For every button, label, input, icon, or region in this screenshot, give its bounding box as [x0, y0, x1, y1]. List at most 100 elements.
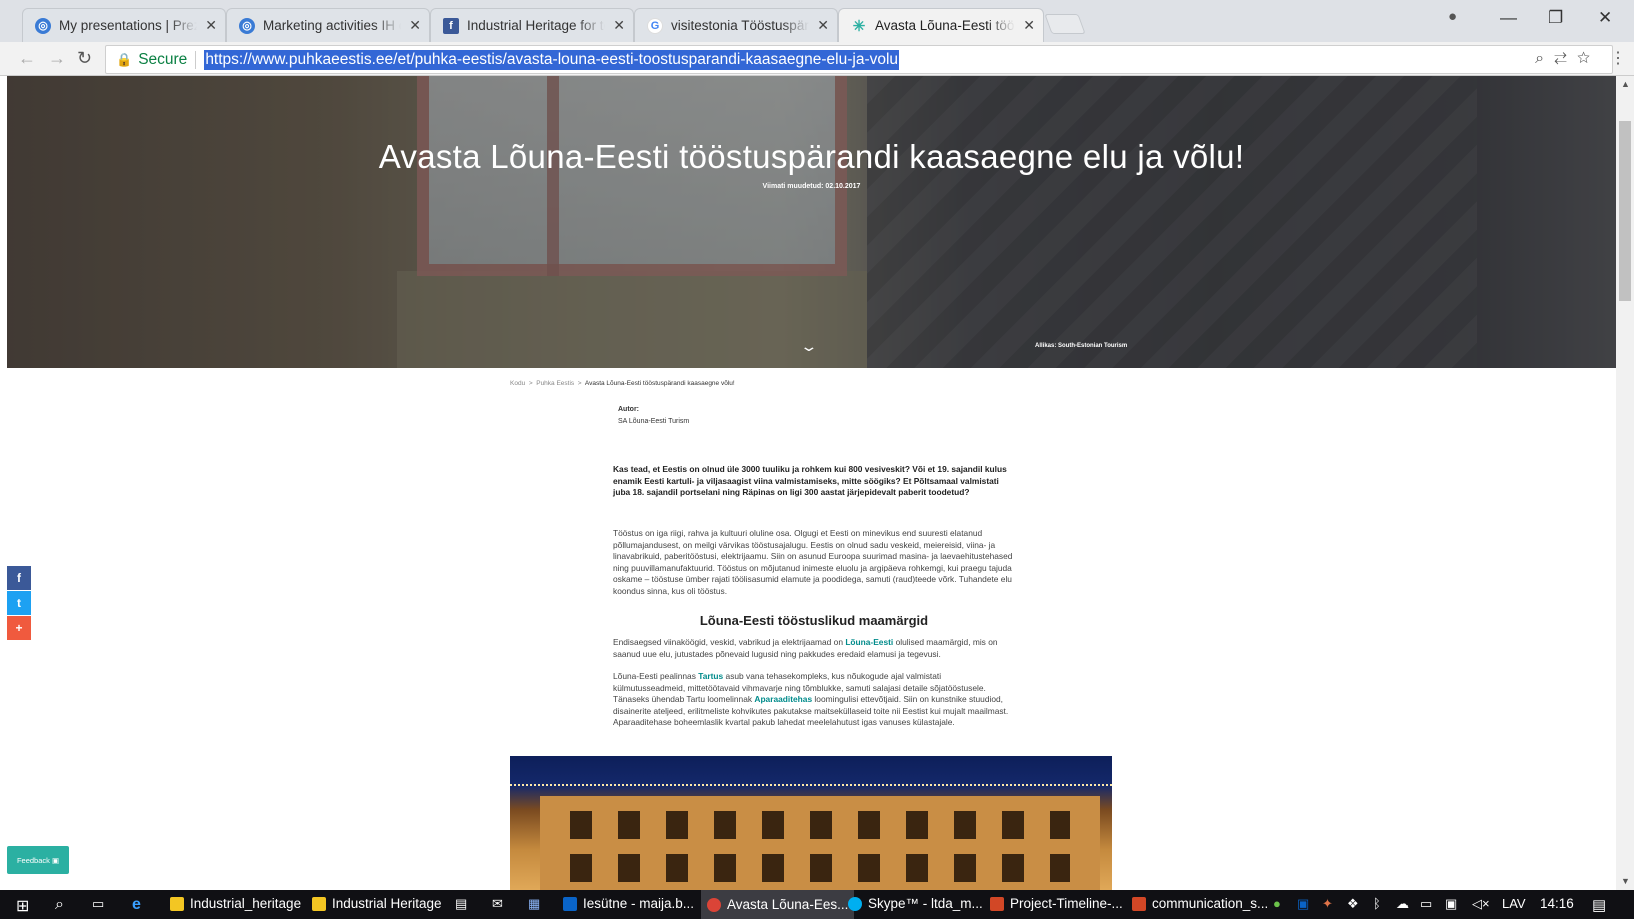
- tray-app-icon[interactable]: ●: [1273, 896, 1281, 911]
- volume-muted-icon[interactable]: ◁×: [1472, 896, 1490, 912]
- taskbar-item-communication[interactable]: communication_s...: [1132, 896, 1268, 911]
- omnibox-actions: ⌕⇄☆: [1535, 50, 1600, 68]
- close-icon[interactable]: ✕: [205, 17, 217, 34]
- powerpoint-icon: [990, 896, 1004, 911]
- notifications-icon[interactable]: ▤: [1592, 896, 1606, 914]
- link-aparaaditehas[interactable]: Aparaaditehas: [754, 694, 812, 704]
- bluetooth-icon[interactable]: ᛒ: [1373, 896, 1381, 911]
- tray-outlook-icon[interactable]: ▣: [1297, 896, 1309, 912]
- facebook-share-button[interactable]: f: [7, 566, 31, 590]
- taskbar-item-industrial-heritage[interactable]: Industrial Heritage: [312, 896, 442, 911]
- breadcrumb-separator: >: [528, 380, 533, 387]
- browser-menu-icon[interactable]: ⋮: [1610, 48, 1626, 68]
- search-icon[interactable]: ⌕: [55, 896, 64, 914]
- article-photo-aparaaditehas: [510, 756, 1112, 890]
- feedback-button[interactable]: Feedback ▣: [7, 846, 69, 874]
- close-icon[interactable]: ✕: [613, 17, 625, 34]
- taskbar-item-industrial-heritage-folder[interactable]: Industrial_heritage: [170, 896, 301, 911]
- taskbar-item-project-timeline[interactable]: Project-Timeline-...: [990, 896, 1123, 911]
- new-tab-button[interactable]: [1044, 14, 1086, 34]
- taskbar-item-outlook[interactable]: Iesütne - maija.b...: [563, 896, 694, 911]
- app-icon[interactable]: ▦: [528, 896, 540, 912]
- hero-overlay: [7, 76, 1616, 368]
- photo-windows: [570, 854, 1070, 882]
- dropbox-icon[interactable]: ❖: [1347, 896, 1359, 912]
- author-label: Autor:: [618, 406, 639, 413]
- taskbar-item-chrome[interactable]: Avasta Lõuna-Ees...: [701, 890, 855, 919]
- taskbar-item-label: communication_s...: [1152, 896, 1269, 911]
- clock[interactable]: 14:16: [1540, 896, 1574, 911]
- scrollbar-thumb[interactable]: [1619, 121, 1631, 301]
- link-louna-eesti[interactable]: Lõuna-Eesti: [845, 637, 893, 647]
- tab-industrial-heritage-facebook[interactable]: f Industrial Heritage for to ✕: [430, 8, 634, 42]
- tab-visitestonia-google[interactable]: G visitestonia Tööstuspäran ✕: [634, 8, 838, 42]
- minimize-button[interactable]: —: [1500, 8, 1517, 28]
- back-button[interactable]: ←: [18, 48, 36, 69]
- author-name: SA Lõuna-Eesti Turism: [618, 418, 690, 425]
- folder-icon: [312, 896, 326, 911]
- feedback-label: Feedback: [16, 855, 50, 865]
- close-icon[interactable]: ✕: [409, 17, 421, 34]
- profile-icon[interactable]: ●: [1448, 8, 1457, 25]
- store-icon[interactable]: ▤: [455, 896, 467, 912]
- link-tartus[interactable]: Tartus: [698, 671, 723, 681]
- edge-icon[interactable]: e: [132, 896, 141, 914]
- puhka-eestis-icon: ✳: [852, 17, 866, 35]
- more-share-button[interactable]: +: [7, 616, 31, 640]
- folder-icon: [170, 896, 184, 911]
- page-viewport: Avasta Lõuna-Eesti tööstuspärandi kaasae…: [7, 76, 1616, 890]
- url-text[interactable]: https://www.puhkaeestis.ee/et/puhka-eest…: [204, 49, 900, 70]
- close-icon[interactable]: ✕: [1023, 17, 1035, 34]
- breadcrumb-home[interactable]: Kodu: [510, 380, 525, 387]
- input-language[interactable]: LAV: [1502, 896, 1526, 911]
- outlook-icon: [563, 896, 577, 911]
- windows-start-icon[interactable]: ⊞: [16, 896, 29, 916]
- prezi-icon: ◎: [239, 17, 255, 34]
- tab-title: My presentations | Prezi: [59, 18, 197, 33]
- breadcrumb: Kodu > Puhka Eestis > Avasta Lõuna-Eesti…: [510, 380, 735, 387]
- photo-string-lights: [510, 784, 1112, 786]
- taskbar-item-label: Avasta Lõuna-Ees...: [727, 897, 849, 912]
- taskbar-item-skype[interactable]: Skype™ - ltda_m...: [848, 896, 983, 911]
- prezi-icon: ◎: [35, 17, 51, 34]
- close-window-button[interactable]: ✕: [1598, 8, 1612, 28]
- restore-button[interactable]: ❐: [1548, 8, 1563, 28]
- author-block: Autor: SA Lõuna-Eesti Turism: [618, 404, 689, 428]
- windows-taskbar: ⊞ ⌕ ▭ e Industrial_heritage Industrial H…: [0, 890, 1634, 919]
- scroll-up-arrow-icon[interactable]: ▲: [1621, 79, 1630, 89]
- address-bar[interactable]: 🔒 Secure https://www.puhkaeestis.ee/et/p…: [105, 45, 1613, 74]
- taskbar-item-label: Skype™ - ltda_m...: [868, 896, 983, 911]
- tab-avasta-louna-eesti[interactable]: ✳ Avasta Lõuna-Eesti tööst ✕: [838, 8, 1044, 42]
- tray-app-icon[interactable]: ✦: [1322, 896, 1333, 912]
- hero-banner: Avasta Lõuna-Eesti tööstuspärandi kaasae…: [7, 76, 1616, 368]
- page-scrollbar[interactable]: ▲ ▼: [1616, 76, 1634, 890]
- task-view-icon[interactable]: ▭: [92, 896, 104, 912]
- battery-icon[interactable]: ▭: [1420, 896, 1432, 912]
- translate-icon[interactable]: ⇄: [1554, 50, 1577, 67]
- tab-title: Avasta Lõuna-Eesti tööst: [875, 18, 1015, 33]
- close-icon[interactable]: ✕: [817, 17, 829, 34]
- breadcrumb-section[interactable]: Puhka Eestis: [536, 380, 574, 387]
- mail-icon[interactable]: ✉: [492, 896, 503, 912]
- facebook-icon: f: [443, 17, 459, 34]
- text-segment: Endisaegsed viinaköögid, veskid, vabriku…: [613, 637, 846, 647]
- twitter-share-button[interactable]: t: [7, 591, 31, 615]
- breadcrumb-current: Avasta Lõuna-Eesti tööstuspärandi kaasae…: [584, 380, 735, 387]
- tab-marketing-activities[interactable]: ◎ Marketing activities IH or ✕: [226, 8, 430, 42]
- taskbar-item-label: Project-Timeline-...: [1010, 896, 1123, 911]
- bookmark-star-icon[interactable]: ☆: [1577, 50, 1600, 67]
- skype-icon: [848, 896, 862, 911]
- reload-button[interactable]: ↻: [77, 48, 92, 69]
- onedrive-icon[interactable]: ☁: [1396, 896, 1409, 912]
- page-title: Avasta Lõuna-Eesti tööstuspärandi kaasae…: [378, 138, 1245, 175]
- tab-prezi-presentations[interactable]: ◎ My presentations | Prezi ✕: [22, 8, 226, 42]
- browser-toolbar: ← → ↻ 🔒 Secure https://www.puhkaeestis.e…: [0, 42, 1634, 76]
- network-icon[interactable]: ▣: [1445, 896, 1457, 912]
- scroll-down-arrow-icon[interactable]: ▼: [1621, 876, 1630, 886]
- lock-icon: 🔒: [116, 51, 133, 67]
- forward-button[interactable]: →: [48, 48, 66, 69]
- taskbar-item-label: Industrial Heritage: [332, 896, 442, 911]
- chevron-down-icon[interactable]: ⌄: [799, 338, 818, 355]
- zoom-icon[interactable]: ⌕: [1535, 50, 1554, 67]
- google-icon: G: [647, 17, 663, 34]
